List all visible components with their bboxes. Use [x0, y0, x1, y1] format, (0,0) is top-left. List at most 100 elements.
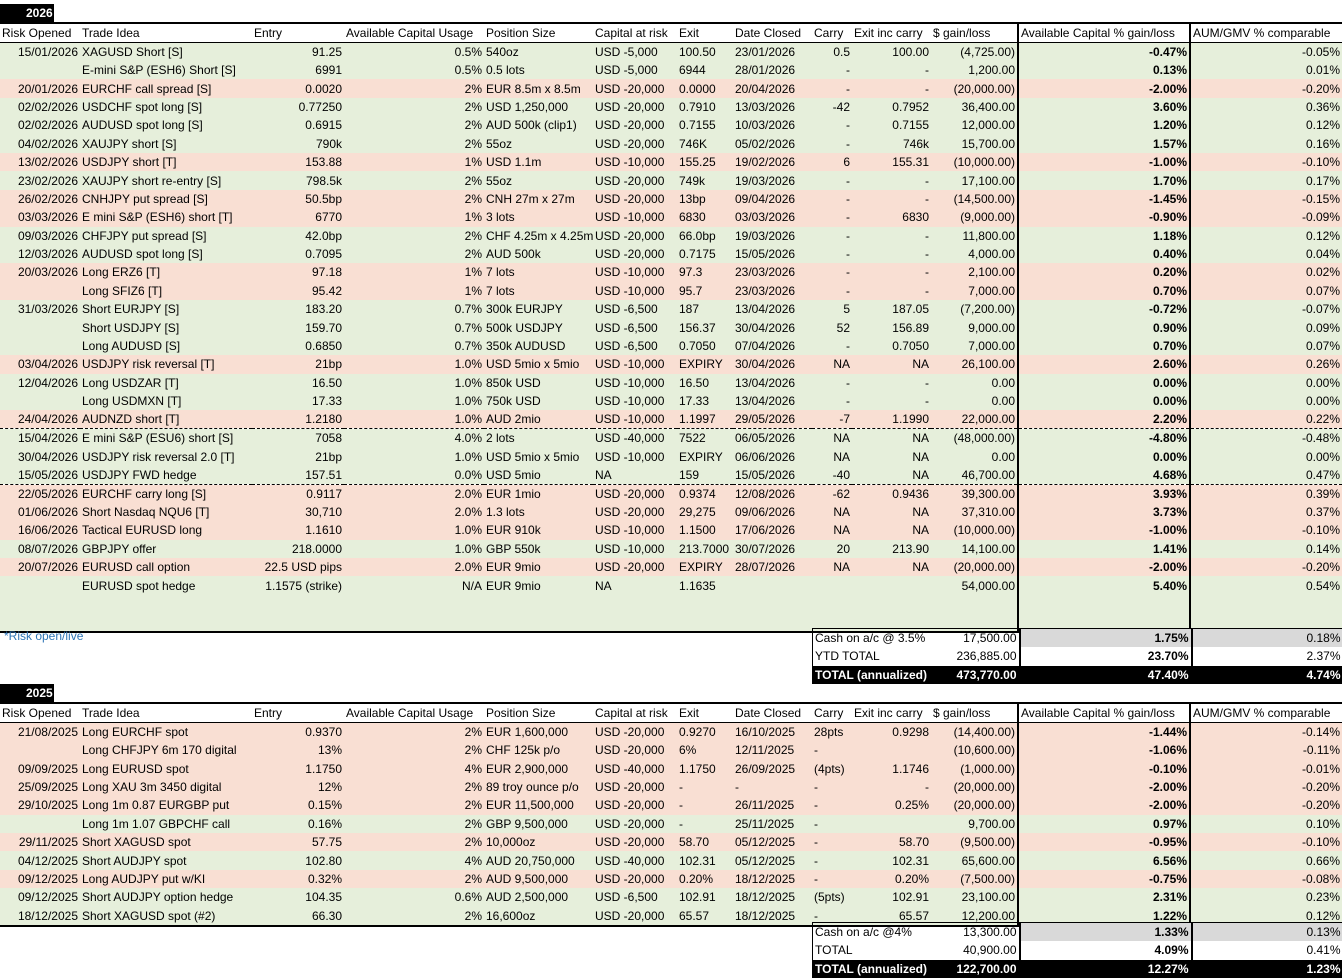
summary-value: 122,700.00 [933, 960, 1020, 978]
cell-trade-idea: USDJPY risk reversal [T] [80, 355, 252, 373]
cell-risk-opened: 25/09/2025 [0, 778, 80, 796]
cell-capital-pct: -1.00% [1018, 153, 1190, 171]
summary-aum: 1.23% [1192, 960, 1342, 978]
cell-aum-pct: 0.37% [1190, 503, 1342, 521]
cell-capital-usage: 2.0% [344, 484, 484, 503]
cell-exit-inc-carry [852, 815, 931, 833]
cell-gain-loss: 11,800.00 [931, 227, 1018, 245]
cell-carry: (4pts) [812, 759, 852, 777]
cell-exit: 6% [677, 741, 733, 759]
cell-exit-inc-carry: - [852, 245, 931, 263]
empty-cell [1018, 595, 1190, 613]
cell-date-closed: 23/01/2026 [733, 43, 812, 62]
cell-entry: 790k [252, 135, 344, 153]
empty-cell [852, 595, 931, 613]
cell-risk-opened: 09/03/2026 [0, 227, 80, 245]
cell-risk-opened: 15/01/2026 [0, 43, 80, 62]
summary-value: 236,885.00 [933, 647, 1020, 666]
cell-capital-pct: 3.73% [1018, 503, 1190, 521]
cell-risk-opened: 13/02/2026 [0, 153, 80, 171]
cell-trade-idea: E mini S&P (ESH6) short [T] [80, 208, 252, 226]
cell-risk-opened: 21/08/2025 [0, 723, 80, 742]
summary-row: YTD TOTAL236,885.0023.70%2.37% [813, 647, 1342, 666]
cell-capital-usage: 1% [344, 208, 484, 226]
summary-pct: 1.33% [1020, 923, 1192, 942]
empty-cell [252, 613, 344, 631]
empty-cell [484, 613, 593, 631]
cell-risk-opened: 09/12/2025 [0, 870, 80, 888]
cell-capital-pct: -4.80% [1018, 429, 1190, 448]
cell-exit-inc-carry: NA [852, 466, 931, 485]
cell-exit-inc-carry: - [852, 61, 931, 79]
cell-risk-opened: 03/03/2026 [0, 208, 80, 226]
empty-cell [593, 595, 677, 613]
cell-capital-at-risk: USD -10,000 [593, 392, 677, 410]
cell-aum-pct: -0.20% [1190, 796, 1342, 814]
cell-trade-idea: XAUJPY short [S] [80, 135, 252, 153]
cell-gain-loss: 7,000.00 [931, 337, 1018, 355]
cell-exit-inc-carry: NA [852, 429, 931, 448]
cell-date-closed: 12/11/2025 [733, 741, 812, 759]
cell-carry: 28pts [812, 723, 852, 742]
trade-row: Long 1m 1.07 GBPCHF call0.16%2%GBP 9,500… [0, 815, 1342, 833]
cell-entry: 159.70 [252, 318, 344, 336]
summary-aum: 4.74% [1192, 666, 1342, 685]
cell-capital-usage: 0.6% [344, 888, 484, 906]
cell-gain-loss: (20,000.00) [931, 558, 1018, 576]
cell-entry: 0.6915 [252, 116, 344, 134]
cell-trade-idea: USDJPY FWD hedge [80, 466, 252, 485]
cell-exit-inc-carry: 100.00 [852, 43, 931, 62]
trade-row: Long SFIZ6 [T]95.421%7 lotsUSD -10,00095… [0, 282, 1342, 300]
cell-date-closed: 29/05/2026 [733, 410, 812, 429]
cell-gain-loss: 37,310.00 [931, 503, 1018, 521]
cell-capital-at-risk: USD -10,000 [593, 355, 677, 373]
cell-risk-opened: 18/12/2025 [0, 907, 80, 926]
cell-exit-inc-carry: 102.31 [852, 851, 931, 869]
cell-trade-idea: EURCHF carry long [S] [80, 484, 252, 503]
trade-row: 09/03/2026CHFJPY put spread [S]42.0bp2%C… [0, 227, 1342, 245]
cell-aum-pct: -0.05% [1190, 43, 1342, 62]
cell-carry: - [812, 282, 852, 300]
trade-row: 20/01/2026EURCHF call spread [S]0.00202%… [0, 79, 1342, 97]
cell-gain-loss: (4,725.00) [931, 43, 1018, 62]
cell-risk-opened: 01/06/2026 [0, 503, 80, 521]
trade-row: 01/06/2026Short Nasdaq NQU6 [T]30,7102.0… [0, 503, 1342, 521]
column-header-gain-loss: $ gain/loss [931, 703, 1018, 723]
column-header-date-closed: Date Closed [733, 23, 812, 43]
trade-row: 09/12/2025Short AUDJPY option hedge104.3… [0, 888, 1342, 906]
cell-exit-inc-carry: 1.1990 [852, 410, 931, 429]
column-header-entry: Entry [252, 23, 344, 43]
cell-date-closed: 30/04/2026 [733, 318, 812, 336]
cell-risk-opened: 30/04/2026 [0, 447, 80, 465]
cell-gain-loss: (7,200.00) [931, 300, 1018, 318]
cell-carry: -7 [812, 410, 852, 429]
summary-row: TOTAL (annualized)122,700.0012.27%1.23% [813, 960, 1342, 978]
cell-exit-inc-carry: NA [852, 447, 931, 465]
cell-entry: 22.5 USD pips [252, 558, 344, 576]
cell-position-size: AUD 500k (clip1) [484, 116, 593, 134]
cell-exit: 749k [677, 171, 733, 189]
cell-gain-loss: 26,100.00 [931, 355, 1018, 373]
cell-carry: - [812, 374, 852, 392]
cell-gain-loss: (14,400.00) [931, 723, 1018, 742]
cell-capital-at-risk: USD -40,000 [593, 851, 677, 869]
cell-carry: -40 [812, 466, 852, 485]
cell-exit: 0.7155 [677, 116, 733, 134]
cell-aum-pct: -0.08% [1190, 870, 1342, 888]
cell-exit: EXPIRY [677, 355, 733, 373]
cell-date-closed: 28/01/2026 [733, 61, 812, 79]
trade-row: 09/09/2025Long EURUSD spot1.17504%EUR 2,… [0, 759, 1342, 777]
cell-aum-pct: -0.10% [1190, 521, 1342, 539]
cell-exit-inc-carry: NA [852, 558, 931, 576]
cell-capital-at-risk: USD -6,500 [593, 888, 677, 906]
cell-capital-pct: 3.93% [1018, 484, 1190, 503]
cell-position-size: 500k USDJPY [484, 318, 593, 336]
cell-position-size: 300k EURJPY [484, 300, 593, 318]
cell-capital-usage: 1.0% [344, 540, 484, 558]
trade-row: 02/02/2026AUDUSD spot long [S]0.69152%AU… [0, 116, 1342, 134]
cell-position-size: CHF 125k p/o [484, 741, 593, 759]
cell-capital-usage: 2% [344, 741, 484, 759]
cell-trade-idea: Long XAU 3m 3450 digital [80, 778, 252, 796]
cell-carry: NA [812, 429, 852, 448]
cell-aum-pct: 0.09% [1190, 318, 1342, 336]
